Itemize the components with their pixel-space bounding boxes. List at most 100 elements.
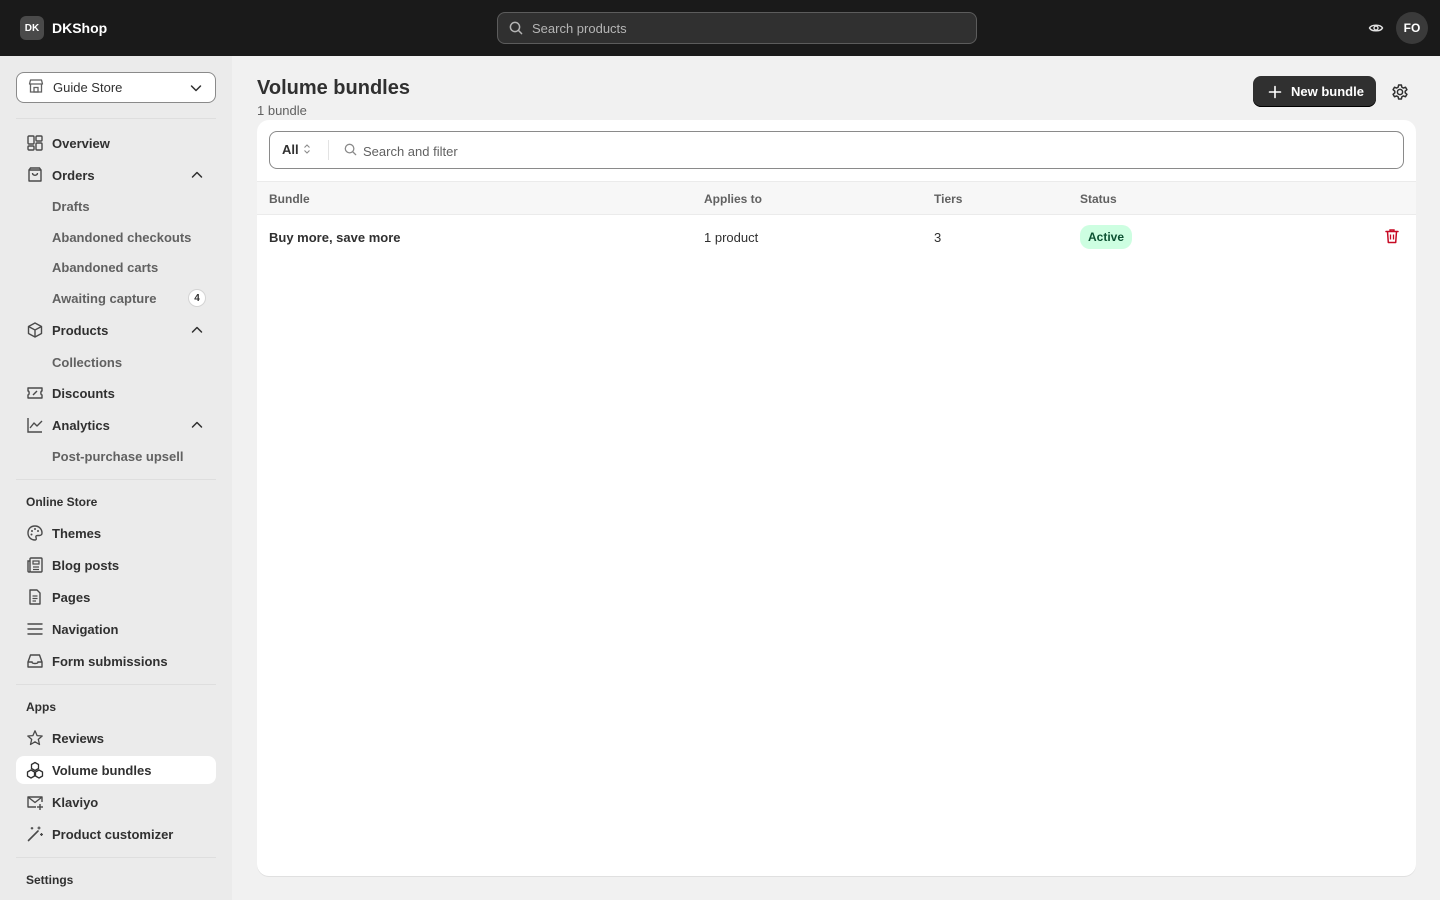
avatar[interactable]: FO: [1396, 12, 1428, 44]
sidebar-item-post-purchase-upsell[interactable]: Post-purchase upsell: [16, 442, 216, 470]
filter-placeholder: Search and filter: [363, 143, 458, 159]
eye-icon[interactable]: [1366, 18, 1386, 38]
page-title: Volume bundles: [257, 77, 410, 99]
sidebar-item-products[interactable]: Products: [16, 316, 216, 344]
chevron-up-icon[interactable]: [190, 418, 204, 435]
sidebar-item-label: Klaviyo: [52, 794, 99, 810]
column-header-status[interactable]: Status: [1080, 192, 1117, 206]
page-subtitle: 1 bundle: [257, 103, 307, 118]
sidebar-item-label: Orders: [52, 167, 95, 183]
applies-to: 1 product: [704, 230, 759, 245]
sidebar-item-label: Collections: [52, 354, 123, 370]
sidebar-item-label: Product customizer: [52, 826, 174, 842]
brand-name: DKShop: [52, 20, 108, 36]
filter-all-select[interactable]: All: [282, 142, 311, 157]
magic-wand-icon: [26, 825, 44, 843]
search-icon: [508, 20, 524, 36]
section-title-online-store[interactable]: Online Store: [26, 495, 97, 509]
top-bar: DK DKShop Search products FO: [0, 0, 1440, 56]
divider: [16, 118, 216, 119]
sidebar-item-label: Abandoned checkouts: [52, 229, 192, 245]
store-selector[interactable]: Guide Store: [16, 72, 216, 103]
sidebar-item-form-submissions[interactable]: Form submissions: [16, 647, 216, 675]
sort-icon: [303, 142, 311, 157]
sidebar-item-pages[interactable]: Pages: [16, 583, 216, 611]
sidebar-item-abandoned-checkouts[interactable]: Abandoned checkouts: [16, 223, 216, 251]
sidebar-item-klaviyo[interactable]: Klaviyo: [16, 788, 216, 816]
sidebar-item-themes[interactable]: Themes: [16, 519, 216, 547]
filter-all-label: All: [282, 142, 299, 157]
new-bundle-button[interactable]: New bundle: [1253, 76, 1376, 107]
sidebar-item-label: Post-purchase upsell: [52, 448, 184, 464]
sidebar-item-label: Pages: [52, 589, 91, 605]
chevron-up-icon[interactable]: [190, 323, 204, 340]
sidebar-item-label: Discounts: [52, 385, 115, 401]
bundles-icon: [26, 761, 44, 779]
sidebar-item-discounts[interactable]: Discounts: [16, 379, 216, 407]
sidebar-item-collections[interactable]: Collections: [16, 348, 216, 376]
sidebar-item-analytics[interactable]: Analytics: [16, 411, 216, 439]
sidebar-item-volume-bundles[interactable]: Volume bundles: [16, 756, 216, 784]
sidebar-item-label: Form submissions: [52, 653, 168, 669]
global-search-input[interactable]: Search products: [497, 12, 977, 44]
plus-icon: [1267, 84, 1283, 100]
tiers-count: 3: [934, 230, 942, 245]
sidebar-item-overview[interactable]: Overview: [16, 129, 216, 157]
sidebar-item-label: Analytics: [52, 417, 110, 433]
menu-icon: [26, 620, 44, 638]
sidebar-item-label: Reviews: [52, 730, 105, 746]
store-name: Guide Store: [53, 80, 123, 95]
page-icon: [26, 588, 44, 606]
search-placeholder: Search products: [532, 20, 627, 36]
star-icon: [26, 729, 44, 747]
divider: [16, 857, 216, 858]
filter-divider: [328, 140, 329, 160]
sidebar-item-label: Overview: [52, 135, 110, 151]
bundle-name[interactable]: Buy more, save more: [269, 230, 401, 245]
search-and-filter-input[interactable]: Search and filter: [344, 143, 458, 159]
sidebar-item-label: Blog posts: [52, 557, 120, 573]
chevron-up-icon[interactable]: [190, 168, 204, 185]
sidebar-item-label: Volume bundles: [52, 762, 152, 778]
search-icon: [344, 143, 357, 159]
trash-icon[interactable]: [1383, 227, 1401, 245]
brand-logo: DK: [20, 16, 44, 40]
palette-icon: [26, 524, 44, 542]
sidebar-item-reviews[interactable]: Reviews: [16, 724, 216, 752]
sidebar-item-label: Products: [52, 322, 109, 338]
sidebar-item-drafts[interactable]: Drafts: [16, 192, 216, 220]
sidebar-item-blog-posts[interactable]: Blog posts: [16, 551, 216, 579]
sidebar: Guide Store Overview Orders Drafts Aband…: [0, 56, 232, 900]
section-title-apps[interactable]: Apps: [26, 700, 56, 714]
column-header-bundle[interactable]: Bundle: [269, 192, 310, 206]
filter-bar: All Search and filter: [269, 131, 1404, 169]
sidebar-item-awaiting-capture[interactable]: Awaiting capture 4: [16, 284, 216, 312]
sidebar-item-abandoned-carts[interactable]: Abandoned carts: [16, 253, 216, 281]
discount-icon: [26, 384, 44, 402]
sidebar-item-label: Navigation: [52, 621, 119, 637]
inbox-icon: [26, 652, 44, 670]
new-bundle-label: New bundle: [1291, 84, 1364, 99]
blog-icon: [26, 556, 44, 574]
brand[interactable]: DK DKShop: [20, 16, 107, 40]
status-badge: Active: [1080, 225, 1133, 249]
sidebar-item-label: Awaiting capture: [52, 290, 157, 306]
column-header-tiers[interactable]: Tiers: [934, 192, 962, 206]
column-header-applies-to[interactable]: Applies to: [704, 192, 762, 206]
sidebar-item-label: Drafts: [52, 198, 90, 214]
divider: [16, 479, 216, 480]
store-icon: [27, 77, 45, 98]
product-icon: [26, 321, 44, 339]
orders-icon: [26, 166, 44, 184]
gear-icon[interactable]: [1390, 82, 1410, 102]
dashboard-icon: [26, 134, 44, 152]
chevron-down-icon: [189, 81, 203, 98]
sidebar-item-orders[interactable]: Orders: [16, 161, 216, 189]
main-content: Volume bundles 1 bundle New bundle All S…: [232, 56, 1440, 900]
sidebar-item-product-customizer[interactable]: Product customizer: [16, 820, 216, 848]
section-title-settings[interactable]: Settings: [26, 873, 73, 887]
sidebar-item-navigation[interactable]: Navigation: [16, 615, 216, 643]
sidebar-item-label: Abandoned carts: [52, 259, 159, 275]
table-row[interactable]: Buy more, save more 1 product 3 Active: [257, 215, 1416, 259]
analytics-icon: [26, 416, 44, 434]
